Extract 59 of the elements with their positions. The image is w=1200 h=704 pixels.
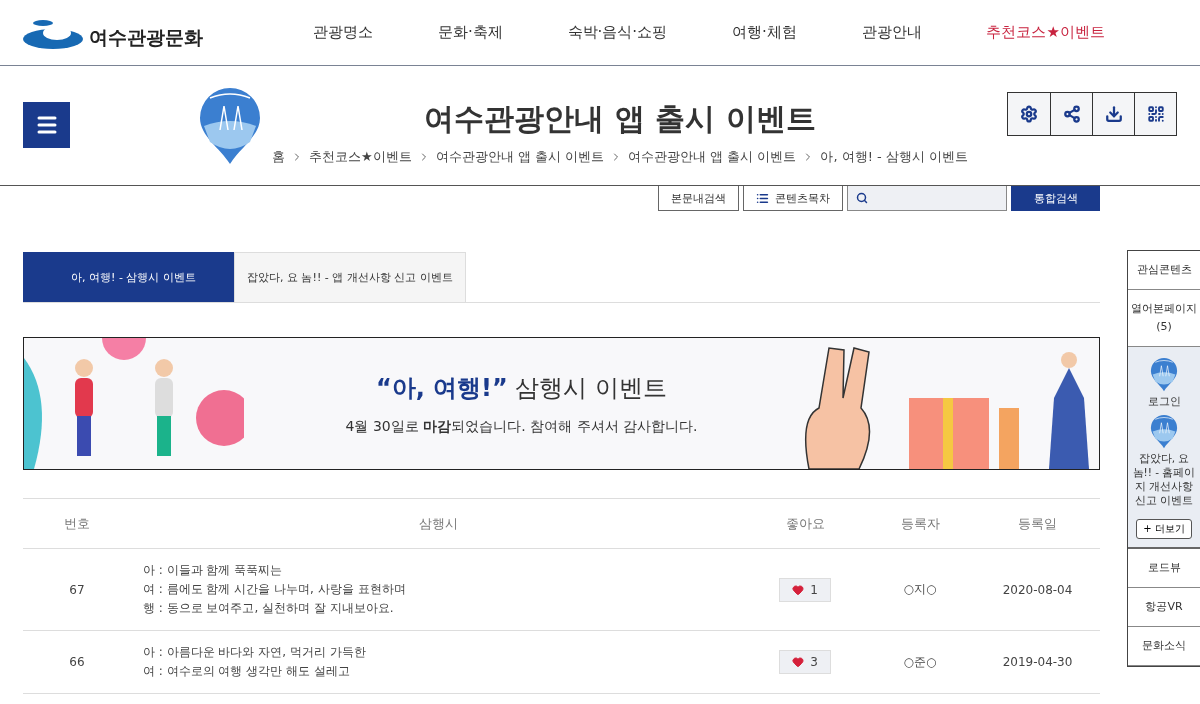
- column-header: 번호: [23, 498, 131, 549]
- nav-link[interactable]: 관광안내: [861, 23, 922, 42]
- quick-menu-link[interactable]: 관심콘텐츠: [1128, 251, 1200, 290]
- search-icon: [856, 192, 868, 204]
- recent-page-link[interactable]: 로그인: [1147, 357, 1181, 408]
- banner-notice: 4월 30일로 마감되었습니다. 참여해 주셔서 감사합니다.: [345, 417, 698, 436]
- qr-code-icon: [1146, 104, 1165, 123]
- list-icon: [756, 191, 769, 205]
- settings-button[interactable]: [1008, 92, 1050, 135]
- quick-menu-link[interactable]: 로드뷰: [1128, 549, 1200, 588]
- breadcrumb-link[interactable]: 홈: [272, 148, 285, 166]
- poem-cell: 아 : 이들과 함께 푹푹찌는 여 : 름에도 함께 시간을 나누며, 사랑을 표현하며 행 : 동으로 보여주고, 실천하며 잘 지내보아요.: [131, 548, 745, 631]
- site-name[interactable]: 여수관광문화: [89, 24, 203, 51]
- share-icon: [1062, 104, 1081, 123]
- poem-cell: 아 : 아름다운 바다와 자연, 먹거리 가득한 여 : 여수로의 여행 생각만 해도 설레고: [131, 630, 745, 694]
- recent-page-link[interactable]: 잡았다, 요 놈!! - 홈페이지 개선사항 신고 이벤트: [1130, 414, 1198, 507]
- more-button[interactable]: + 더보기: [1136, 519, 1192, 539]
- page-title: 여수관광안내 앱 출시 이벤트: [424, 100, 816, 138]
- breadcrumb-link[interactable]: 추천코스★이벤트: [309, 148, 412, 166]
- download-icon: [1104, 104, 1123, 123]
- pin-logo-icon: [198, 85, 262, 166]
- column-header: 삼행시: [131, 498, 745, 549]
- nav-link[interactable]: 관광명소: [313, 23, 373, 42]
- pin-logo-icon: [1150, 357, 1178, 392]
- nav-link[interactable]: 문화·축제: [437, 23, 503, 42]
- download-button[interactable]: [1092, 92, 1134, 135]
- quick-menu-link[interactable]: 항공VR: [1128, 588, 1200, 627]
- in-page-search-button[interactable]: 본문내검색: [658, 186, 739, 211]
- contents-button[interactable]: 콘텐츠목차: [743, 186, 843, 211]
- nav-link[interactable]: 여행·체험: [731, 23, 797, 42]
- column-header: 등록일: [975, 498, 1100, 549]
- heart-icon: [792, 656, 805, 668]
- banner-headline: “아, 여행!” 삼행시 이벤트: [375, 372, 668, 404]
- column-header: 좋아요: [745, 498, 865, 549]
- tab[interactable]: 아, 여행! - 삼행시 이벤트: [23, 252, 234, 302]
- like-button[interactable]: 3: [779, 650, 831, 674]
- search-field[interactable]: [847, 186, 1007, 211]
- like-button[interactable]: 1: [779, 577, 831, 602]
- breadcrumb-link[interactable]: 여수관광안내 앱 출시 이벤트: [435, 148, 605, 166]
- breadcrumb-link[interactable]: 아, 여행! - 삼행시 이벤트: [820, 148, 969, 166]
- tab[interactable]: 잡았다, 요 놈!! - 앱 개선사항 신고 이벤트: [234, 252, 466, 302]
- qr-code-button[interactable]: [1134, 92, 1176, 135]
- heart-icon: [792, 583, 805, 596]
- date-cell: 2019-04-30: [975, 630, 1100, 694]
- author-cell: ○지○: [865, 548, 975, 631]
- number-cell: 66: [23, 630, 131, 694]
- pin-logo-icon: [1150, 414, 1178, 449]
- nav-link[interactable]: 추천코스★이벤트: [986, 23, 1105, 42]
- menu-button[interactable]: [23, 101, 70, 148]
- author-cell: ○준○: [865, 630, 975, 694]
- number-cell: 67: [23, 548, 131, 631]
- settings-icon: [1020, 104, 1038, 123]
- nav-link[interactable]: 숙박·음식·쇼핑: [567, 23, 668, 42]
- breadcrumb-link[interactable]: 여수관광안내 앱 출시 이벤트: [628, 148, 797, 166]
- column-header: 등록자: [865, 498, 975, 549]
- share-button[interactable]: [1050, 92, 1092, 135]
- quick-menu-link[interactable]: 문화소식: [1128, 627, 1200, 666]
- date-cell: 2020-08-04: [975, 548, 1100, 631]
- search-button[interactable]: 통합검색: [1011, 186, 1100, 211]
